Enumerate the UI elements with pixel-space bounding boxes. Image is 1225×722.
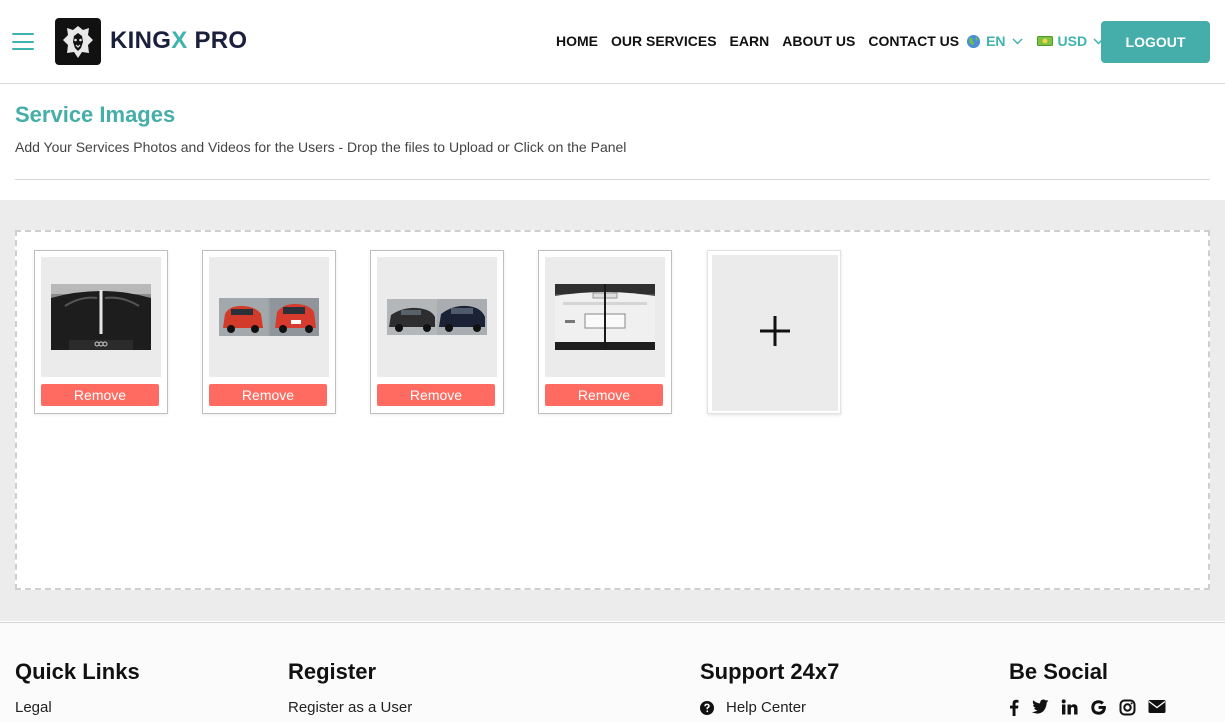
image-preview (41, 257, 161, 377)
image-thumbnail: Remove (370, 250, 504, 414)
white-car-rear-photo (555, 284, 655, 350)
footer-quick-links: Quick Links Legal (15, 659, 140, 716)
image-thumbnail: Remove (202, 250, 336, 414)
image-preview (545, 257, 665, 377)
image-preview (377, 257, 497, 377)
envelope-icon[interactable] (1148, 699, 1166, 716)
nav-contact-us[interactable]: CONTACT US (868, 33, 959, 49)
plus-icon (759, 315, 791, 352)
currency-label: USD (1057, 33, 1088, 49)
globe-icon (966, 34, 981, 49)
car-hood-photo (51, 284, 151, 350)
facebook-icon[interactable] (1009, 699, 1019, 716)
lion-logo-icon[interactable] (55, 18, 101, 65)
footer-register: Register Register as a User (288, 659, 412, 716)
hamburger-menu-icon[interactable] (12, 33, 34, 50)
linkedin-icon[interactable] (1061, 699, 1078, 716)
header: KINGX PRO HOME OUR SERVICES EARN ABOUT U… (0, 0, 1225, 84)
banknote-icon (1036, 35, 1053, 47)
nav-our-services[interactable]: OUR SERVICES (611, 33, 717, 49)
footer-heading: Support 24x7 (700, 659, 840, 684)
remove-button[interactable]: Remove (545, 384, 663, 406)
footer-link-legal[interactable]: Legal (15, 699, 140, 716)
footer-link-help-center[interactable]: Help Center (700, 699, 839, 716)
remove-button[interactable]: Remove (209, 384, 327, 406)
footer-social: Be Social (1009, 659, 1178, 716)
google-icon[interactable] (1090, 699, 1107, 716)
image-thumbnail: Remove (538, 250, 672, 414)
nav-earn[interactable]: EARN (730, 33, 770, 49)
logout-button[interactable]: LOGOUT (1101, 21, 1210, 63)
dark-sedans-photo (387, 299, 487, 335)
instagram-icon[interactable] (1119, 699, 1136, 716)
language-label: EN (986, 33, 1006, 49)
brand-name[interactable]: KINGX PRO (110, 27, 247, 55)
footer: Quick Links Legal Register Register as a… (0, 622, 1225, 722)
upload-section: Remove Remove Remove Remove (0, 200, 1225, 621)
file-dropzone[interactable]: Remove Remove Remove Remove (15, 230, 1210, 590)
footer-heading: Register (288, 659, 377, 684)
question-circle-icon (700, 700, 714, 715)
red-cars-photo (219, 298, 319, 336)
currency-selector[interactable]: USD (1036, 33, 1105, 49)
footer-link-register-user[interactable]: Register as a User (288, 699, 412, 716)
footer-support: Support 24x7 Help Center (700, 659, 839, 716)
remove-button[interactable]: Remove (41, 384, 159, 406)
image-preview (209, 257, 329, 377)
page-subtitle: Add Your Services Photos and Videos for … (15, 139, 627, 155)
chevron-down-icon (1012, 37, 1023, 45)
remove-button[interactable]: Remove (377, 384, 495, 406)
footer-heading: Quick Links (15, 659, 140, 684)
divider (15, 179, 1210, 180)
image-thumbnail: Remove (34, 250, 168, 414)
nav-about-us[interactable]: ABOUT US (782, 33, 855, 49)
footer-heading: Be Social (1009, 659, 1109, 684)
help-center-label: Help Center (726, 699, 807, 716)
page-title: Service Images (15, 102, 176, 127)
add-image-button[interactable] (707, 250, 841, 414)
twitter-icon[interactable] (1031, 699, 1049, 716)
nav-home[interactable]: HOME (556, 33, 598, 49)
language-selector[interactable]: EN (966, 33, 1023, 49)
main-nav: HOME OUR SERVICES EARN ABOUT US CONTACT … (556, 33, 1118, 49)
